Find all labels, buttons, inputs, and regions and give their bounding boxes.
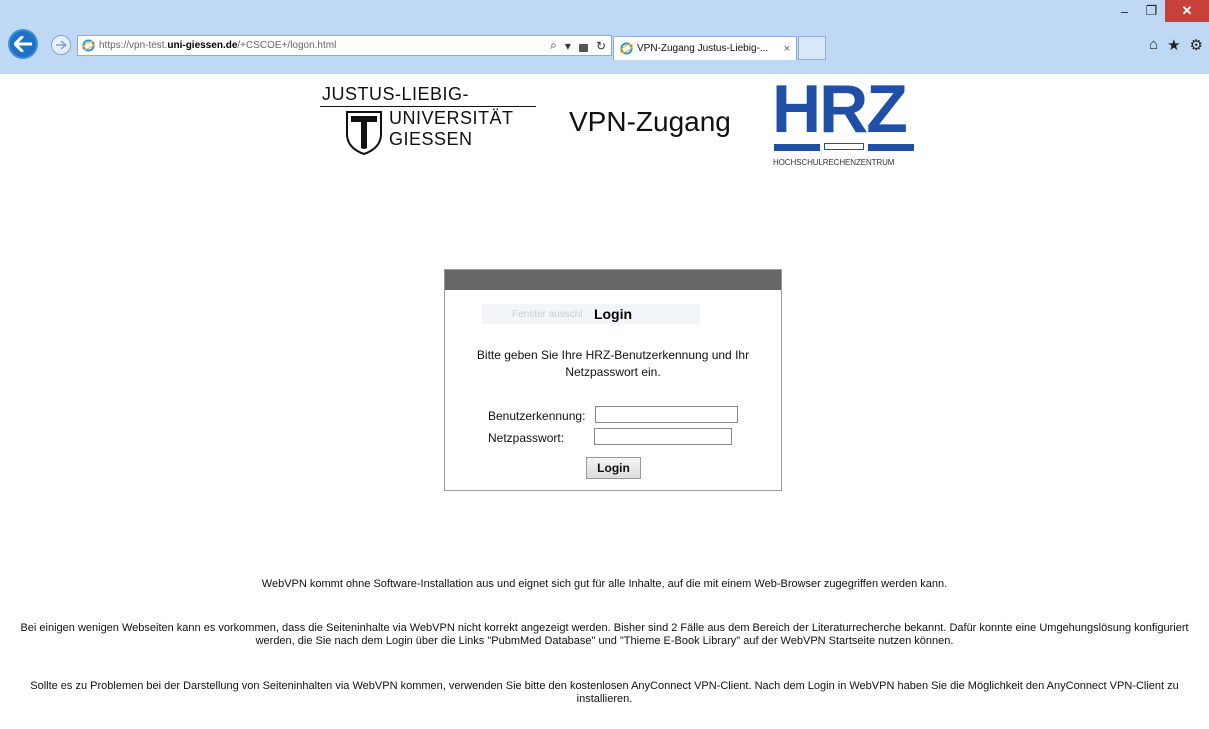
tab-close-icon[interactable]: × (784, 43, 790, 55)
ie-icon (620, 42, 633, 55)
username-label: Benutzerkennung: (488, 409, 586, 423)
jlu-name-line2: UNIVERSITÄT (389, 108, 514, 128)
info-section: Sollte es zu Problemen bei der Darstellu… (0, 680, 1209, 706)
username-input[interactable] (595, 406, 738, 423)
login-title: Login (593, 306, 633, 322)
restore-button[interactable]: ❐ (1138, 0, 1165, 22)
login-instructions: Bitte geben Sie Ihre HRZ-Benutzerkennung… (476, 348, 750, 379)
home-icon[interactable]: ⌂ (1149, 36, 1158, 54)
hrz-logo: HRZ HOCHSCHULRECHENZENTRUM (772, 71, 922, 175)
ie-icon (82, 39, 95, 52)
lock-icon[interactable] (578, 43, 588, 52)
hrz-subtitle: HOCHSCHULRECHENZENTRUM (773, 158, 895, 167)
settings-icon[interactable]: ⚙ (1190, 36, 1203, 54)
address-bar[interactable]: https://vpn-test. uni-giessen.de/+CSCOE+/… (77, 35, 612, 56)
arrow-left-icon (14, 36, 32, 52)
hrz-logo-text: HRZ (772, 71, 908, 147)
search-icon[interactable]: ⌕ (550, 38, 557, 53)
jlu-name-line1: JUSTUS-LIEBIG- (322, 84, 470, 104)
url-host: uni-giessen.de (167, 40, 238, 51)
info-paragraph-workaround: Bei einigen wenigen Webseiten kann es vo… (20, 622, 1189, 647)
close-icon: ✕ (1181, 3, 1193, 18)
password-input[interactable] (594, 428, 732, 445)
navigation-bar: https://vpn-test. uni-giessen.de/+CSCOE+/… (0, 26, 1209, 62)
browser-chrome: – ❐ ✕ https://vpn-test. uni-giessen.de/+C… (0, 0, 1209, 74)
password-label: Netzpasswort: (488, 431, 565, 445)
page-title: VPN-Zugang (569, 106, 731, 137)
info-section: WebVPN kommt ohne Software-Installation … (0, 578, 1209, 591)
address-tools: ⌕ ▾ ↻ (550, 38, 606, 53)
login-panel: Fenster ausschl Login Bitte geben Sie Ih… (444, 269, 782, 491)
restore-icon: ❐ (1145, 3, 1158, 18)
tab-title: VPN-Zugang Justus-Liebig-... (637, 43, 769, 54)
new-tab-button[interactable] (798, 36, 826, 60)
url-prefix: https://vpn-test. (99, 40, 168, 51)
jlu-logo: JUSTUS-LIEBIG- UNIVERSITÄT GIESSEN (320, 80, 540, 180)
close-window-button[interactable]: ✕ (1165, 0, 1209, 22)
refresh-icon[interactable]: ↻ (596, 39, 606, 53)
dropdown-icon[interactable]: ▾ (565, 39, 571, 53)
forward-button[interactable] (51, 35, 71, 55)
jlu-shield-icon (346, 111, 382, 156)
minimize-icon: – (1120, 3, 1129, 19)
back-button[interactable] (8, 29, 38, 59)
browser-tools: ⌂ ★ ⚙ (1149, 36, 1203, 54)
tab-vpn-zugang[interactable]: VPN-Zugang Justus-Liebig-... × (613, 36, 797, 60)
info-paragraph-webvpn: WebVPN kommt ohne Software-Installation … (261, 578, 948, 590)
jlu-divider (320, 106, 536, 107)
info-section: Bei einigen wenigen Webseiten kann es vo… (0, 622, 1209, 648)
login-button[interactable]: Login (586, 457, 641, 479)
minimize-button[interactable]: – (1111, 0, 1138, 22)
hrz-bar-left (774, 144, 820, 151)
hrz-bar-right (868, 144, 914, 151)
favorites-icon[interactable]: ★ (1167, 36, 1180, 54)
info-paragraph-anyconnect: Sollte es zu Problemen bei der Darstellu… (30, 680, 1179, 705)
window-controls: – ❐ ✕ (1111, 0, 1209, 26)
login-panel-header (445, 270, 781, 290)
arrow-right-icon (56, 40, 67, 50)
jlu-name-line3: GIESSEN (389, 129, 473, 149)
url-path: /+CSCOE+/logon.html (237, 40, 337, 51)
hrz-bar-middle (824, 143, 864, 150)
